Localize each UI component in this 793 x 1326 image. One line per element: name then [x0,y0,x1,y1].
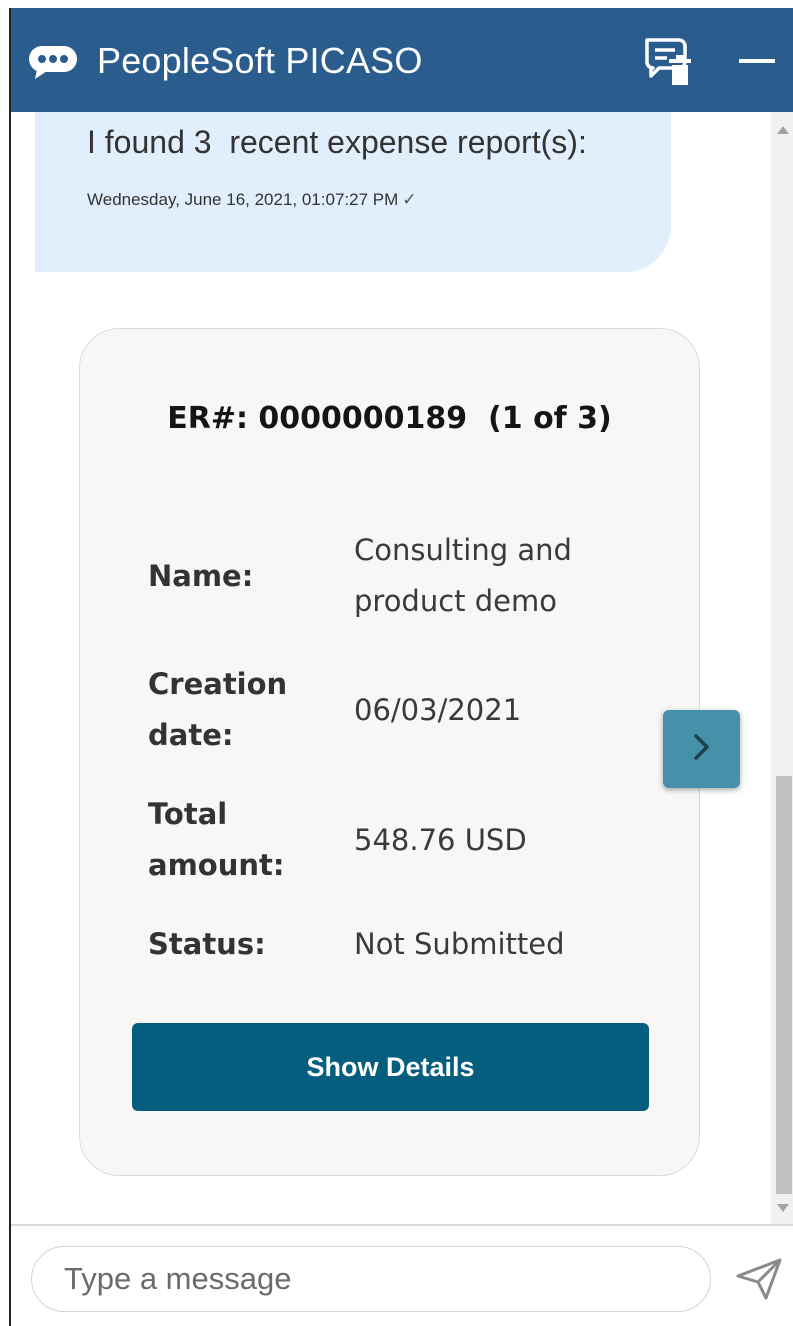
delivered-check-icon: ✓ [402,190,417,209]
conversation-pane: I found 3 recent expense report(s): Wedn… [11,112,771,1224]
message-composer [11,1224,793,1326]
card-title: ER#: 0000000189 (1 of 3) [167,401,612,436]
scroll-down-arrow-icon[interactable] [777,1204,789,1212]
send-icon [734,1256,784,1307]
message-timestamp: Wednesday, June 16, 2021, 01:07:27 PM ✓ [87,190,417,210]
bot-message-text: I found 3 recent expense report(s): [87,124,587,160]
field-value-creation-date: 06/03/2021 [354,693,522,727]
scroll-thumb[interactable] [776,776,792,1194]
field-label-status: Status: [148,927,266,961]
chat-header: PeopleSoft PICASO [11,8,793,112]
clear-history-button[interactable] [635,32,699,92]
field-label-creation-date: Creation date: [148,667,288,752]
field-value-status: Not Submitted [354,927,565,961]
minimize-icon [737,53,777,71]
scroll-up-arrow-icon[interactable] [777,126,789,134]
chevron-right-icon [692,733,712,766]
send-button[interactable] [731,1254,787,1308]
timestamp-text: Wednesday, June 16, 2021, 01:07:27 PM [87,190,399,209]
chat-bubble-icon [27,44,79,80]
field-value-total-amount: 548.76 USD [354,823,527,857]
chat-window: PeopleSoft PICASO I found 3 recent expen… [9,8,793,1326]
message-input[interactable] [31,1246,711,1312]
field-label-name: Name: [148,559,254,593]
bot-message-bubble: I found 3 recent expense report(s): Wedn… [35,112,671,272]
minimize-button[interactable] [725,32,789,92]
app-title: PeopleSoft PICASO [97,40,423,81]
expense-report-card: ER#: 0000000189 (1 of 3) Name: Consultin… [79,328,700,1176]
conversation-scrollbar[interactable] [771,112,793,1224]
next-card-button[interactable] [663,710,740,788]
field-value-name: Consulting and product demo [354,533,572,618]
show-details-button[interactable]: Show Details [132,1023,649,1111]
clear-history-icon [639,32,695,93]
field-label-total-amount: Total amount: [148,797,285,882]
